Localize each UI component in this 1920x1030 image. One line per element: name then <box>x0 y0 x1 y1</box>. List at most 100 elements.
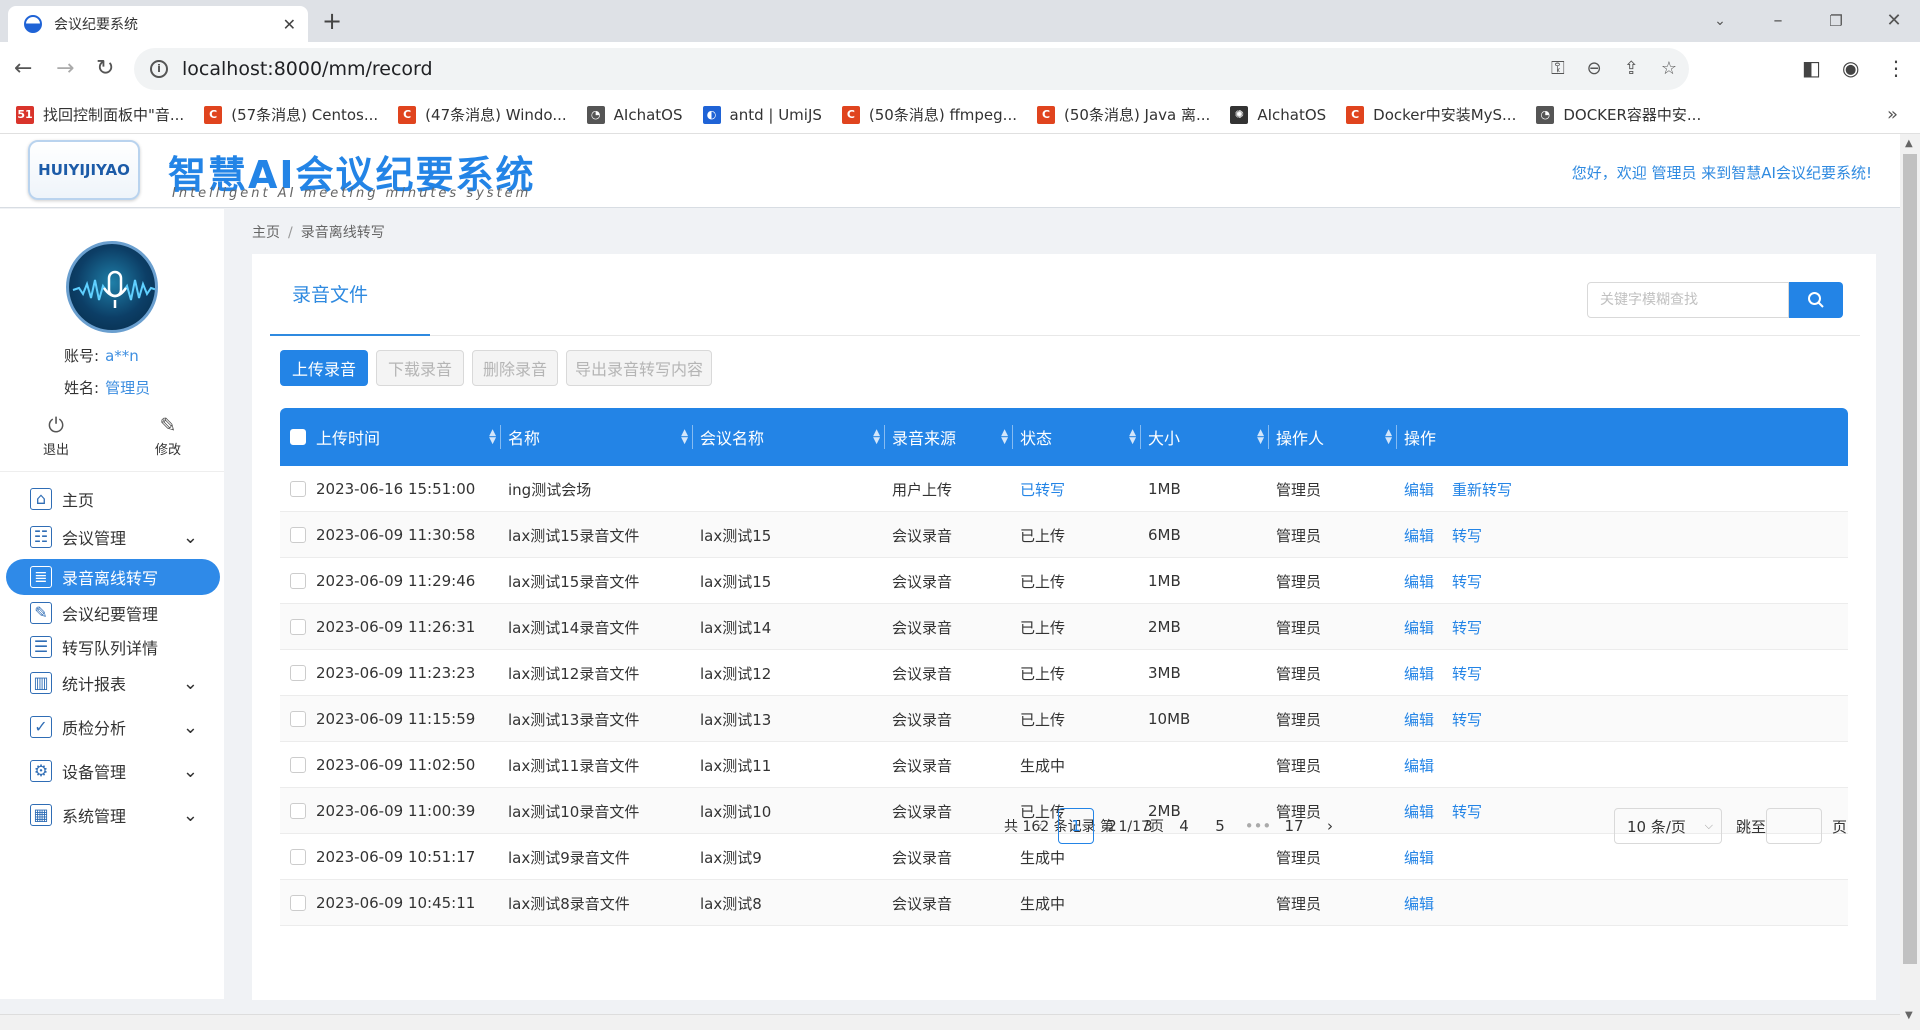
select-all-checkbox[interactable] <box>290 429 306 445</box>
bookmark-item[interactable]: ◔ AIchatOS <box>586 105 683 124</box>
sort-icon[interactable]: ▲ ▼ <box>1001 429 1008 446</box>
row-checkbox[interactable] <box>290 711 306 727</box>
edit-link[interactable]: 编辑 <box>1404 663 1434 684</box>
row-checkbox[interactable] <box>290 757 306 773</box>
sidepanel-icon[interactable]: ◧ <box>1802 56 1821 80</box>
page-4[interactable]: 4 <box>1166 808 1202 844</box>
next-page-icon[interactable]: › <box>1312 808 1348 844</box>
column-header[interactable]: 大小 ▲ ▼ <box>1148 408 1274 466</box>
column-header[interactable]: 状态 ▲ ▼ <box>1020 408 1146 466</box>
bookmark-item[interactable]: C (50条消息) ffmpeg... <box>841 104 1017 125</box>
sort-icon[interactable]: ▲ ▼ <box>1257 429 1264 446</box>
new-tab-icon[interactable]: + <box>322 6 342 36</box>
sidebar-item[interactable]: ☷ 会议管理 ⌄ <box>0 519 224 555</box>
sidebar-item[interactable]: ⚙ 设备管理 ⌄ <box>0 753 224 789</box>
restore-icon[interactable]: ❐ <box>1816 6 1856 36</box>
edit-link[interactable]: 编辑 <box>1404 709 1434 730</box>
horizontal-scrollbar[interactable] <box>0 1014 1900 1030</box>
key-icon[interactable]: ⚿ <box>1551 58 1565 79</box>
bookmark-item[interactable]: 51 找回控制面板中"音... <box>16 104 184 125</box>
sort-icon[interactable]: ▲ ▼ <box>489 429 496 446</box>
row-checkbox[interactable] <box>290 619 306 635</box>
breadcrumb-home[interactable]: 主页 <box>252 225 280 241</box>
sort-icon[interactable]: ▲ ▼ <box>1129 429 1136 446</box>
bookmark-item[interactable]: C (57条消息) Centos... <box>204 104 378 125</box>
sidebar-item[interactable]: ≣ 录音离线转写 <box>6 559 220 595</box>
column-header[interactable]: 名称 ▲ ▼ <box>508 408 698 466</box>
minimize-icon[interactable]: – <box>1758 6 1798 36</box>
export-button[interactable]: 导出录音转写内容 <box>566 350 712 386</box>
browser-tab[interactable]: 会议纪要系统 ✕ <box>8 6 308 42</box>
bookmark-item[interactable]: ◐ antd | UmiJS <box>702 105 822 124</box>
forward-icon[interactable]: → <box>56 54 74 84</box>
edit-link[interactable]: 编辑 <box>1404 847 1434 868</box>
sidebar-item[interactable]: ☰ 转写队列详情 <box>0 629 224 665</box>
sidebar-item[interactable]: ⌂ 主页 <box>0 481 224 517</box>
cell-status[interactable]: 已转写 <box>1020 466 1065 512</box>
transcribe-link[interactable]: 转写 <box>1452 617 1482 638</box>
zoom-icon[interactable]: ⊖ <box>1587 58 1602 79</box>
column-header[interactable]: 操作 <box>1404 408 1564 466</box>
sidebar-item[interactable]: ✎ 会议纪要管理 <box>0 595 224 631</box>
edit-link[interactable]: 编辑 <box>1404 479 1434 500</box>
scroll-up-icon[interactable]: ▲ <box>1905 138 1913 149</box>
edit-link[interactable]: 编辑 <box>1404 617 1434 638</box>
bookmarks-more-icon[interactable]: » <box>1887 104 1898 125</box>
page-size-select[interactable]: 10 条/页 ⌵ <box>1614 808 1722 844</box>
edit-link[interactable]: 编辑 <box>1404 893 1434 914</box>
sidebar-item[interactable]: ▦ 系统管理 ⌄ <box>0 797 224 833</box>
sidebar-item[interactable]: ✓ 质检分析 ⌄ <box>0 709 224 745</box>
transcribe-link[interactable]: 转写 <box>1452 663 1482 684</box>
sort-icon[interactable]: ▲ ▼ <box>1385 429 1392 446</box>
bookmark-item[interactable]: ◔ DOCKER容器中安... <box>1536 104 1701 125</box>
edit-profile-button[interactable]: ✎ 修改 <box>138 413 198 458</box>
close-tab-icon[interactable]: ✕ <box>283 15 296 34</box>
edit-link[interactable]: 编辑 <box>1404 571 1434 592</box>
scroll-thumb[interactable] <box>1903 154 1917 964</box>
url-text[interactable]: localhost:8000/mm/record <box>182 58 433 80</box>
column-header[interactable]: 会议名称 ▲ ▼ <box>700 408 890 466</box>
reload-icon[interactable]: ↻ <box>96 54 114 84</box>
sort-icon[interactable]: ▲ ▼ <box>873 429 880 446</box>
tab-recordings[interactable]: 录音文件 <box>292 280 368 307</box>
profile-avatar-icon[interactable]: ◉ <box>1842 56 1859 80</box>
upload-button[interactable]: 上传录音 <box>280 350 368 386</box>
prev-page-icon[interactable]: ‹ <box>1022 808 1058 844</box>
bookmark-item[interactable]: ✺ AIchatOS <box>1230 105 1326 124</box>
row-checkbox[interactable] <box>290 665 306 681</box>
bookmark-star-icon[interactable]: ☆ <box>1661 58 1677 79</box>
search-button[interactable] <box>1789 282 1843 318</box>
search-input[interactable] <box>1587 282 1789 318</box>
sidebar-item[interactable]: ▥ 统计报表 ⌄ <box>0 665 224 701</box>
page-3[interactable]: 3 <box>1130 808 1166 844</box>
page-1[interactable]: 1 <box>1058 808 1094 844</box>
share-icon[interactable]: ⇪ <box>1624 58 1639 79</box>
edit-link[interactable]: 编辑 <box>1404 525 1434 546</box>
row-checkbox[interactable] <box>290 481 306 497</box>
tab-search-icon[interactable]: ⌄ <box>1700 6 1740 36</box>
row-checkbox[interactable] <box>290 849 306 865</box>
bookmark-item[interactable]: C Docker中安装MyS... <box>1346 104 1516 125</box>
bookmark-item[interactable]: C (50条消息) Java 离... <box>1037 104 1210 125</box>
row-checkbox[interactable] <box>290 573 306 589</box>
transcribe-link[interactable]: 转写 <box>1452 525 1482 546</box>
menu-kebab-icon[interactable]: ⋮ <box>1886 56 1906 80</box>
row-checkbox[interactable] <box>290 527 306 543</box>
transcribe-link[interactable]: 重新转写 <box>1452 479 1512 500</box>
column-header[interactable]: 上传时间 ▲ ▼ <box>316 408 506 466</box>
site-info-icon[interactable]: i <box>150 60 168 78</box>
logout-button[interactable]: ⏻ 退出 <box>26 413 86 458</box>
transcribe-link[interactable]: 转写 <box>1452 571 1482 592</box>
close-window-icon[interactable]: ✕ <box>1874 6 1914 36</box>
column-header[interactable]: 录音来源 ▲ ▼ <box>892 408 1018 466</box>
page-17[interactable]: 17 <box>1276 808 1312 844</box>
bookmark-item[interactable]: C (47条消息) Windo... <box>398 104 567 125</box>
page-2[interactable]: 2 <box>1094 808 1130 844</box>
back-icon[interactable]: ← <box>14 54 32 84</box>
delete-button[interactable]: 删除录音 <box>472 350 558 386</box>
download-button[interactable]: 下载录音 <box>376 350 464 386</box>
vertical-scrollbar[interactable]: ▲ ▼ <box>1900 134 1920 1030</box>
edit-link[interactable]: 编辑 <box>1404 755 1434 776</box>
goto-page-input[interactable] <box>1766 808 1822 844</box>
row-checkbox[interactable] <box>290 895 306 911</box>
